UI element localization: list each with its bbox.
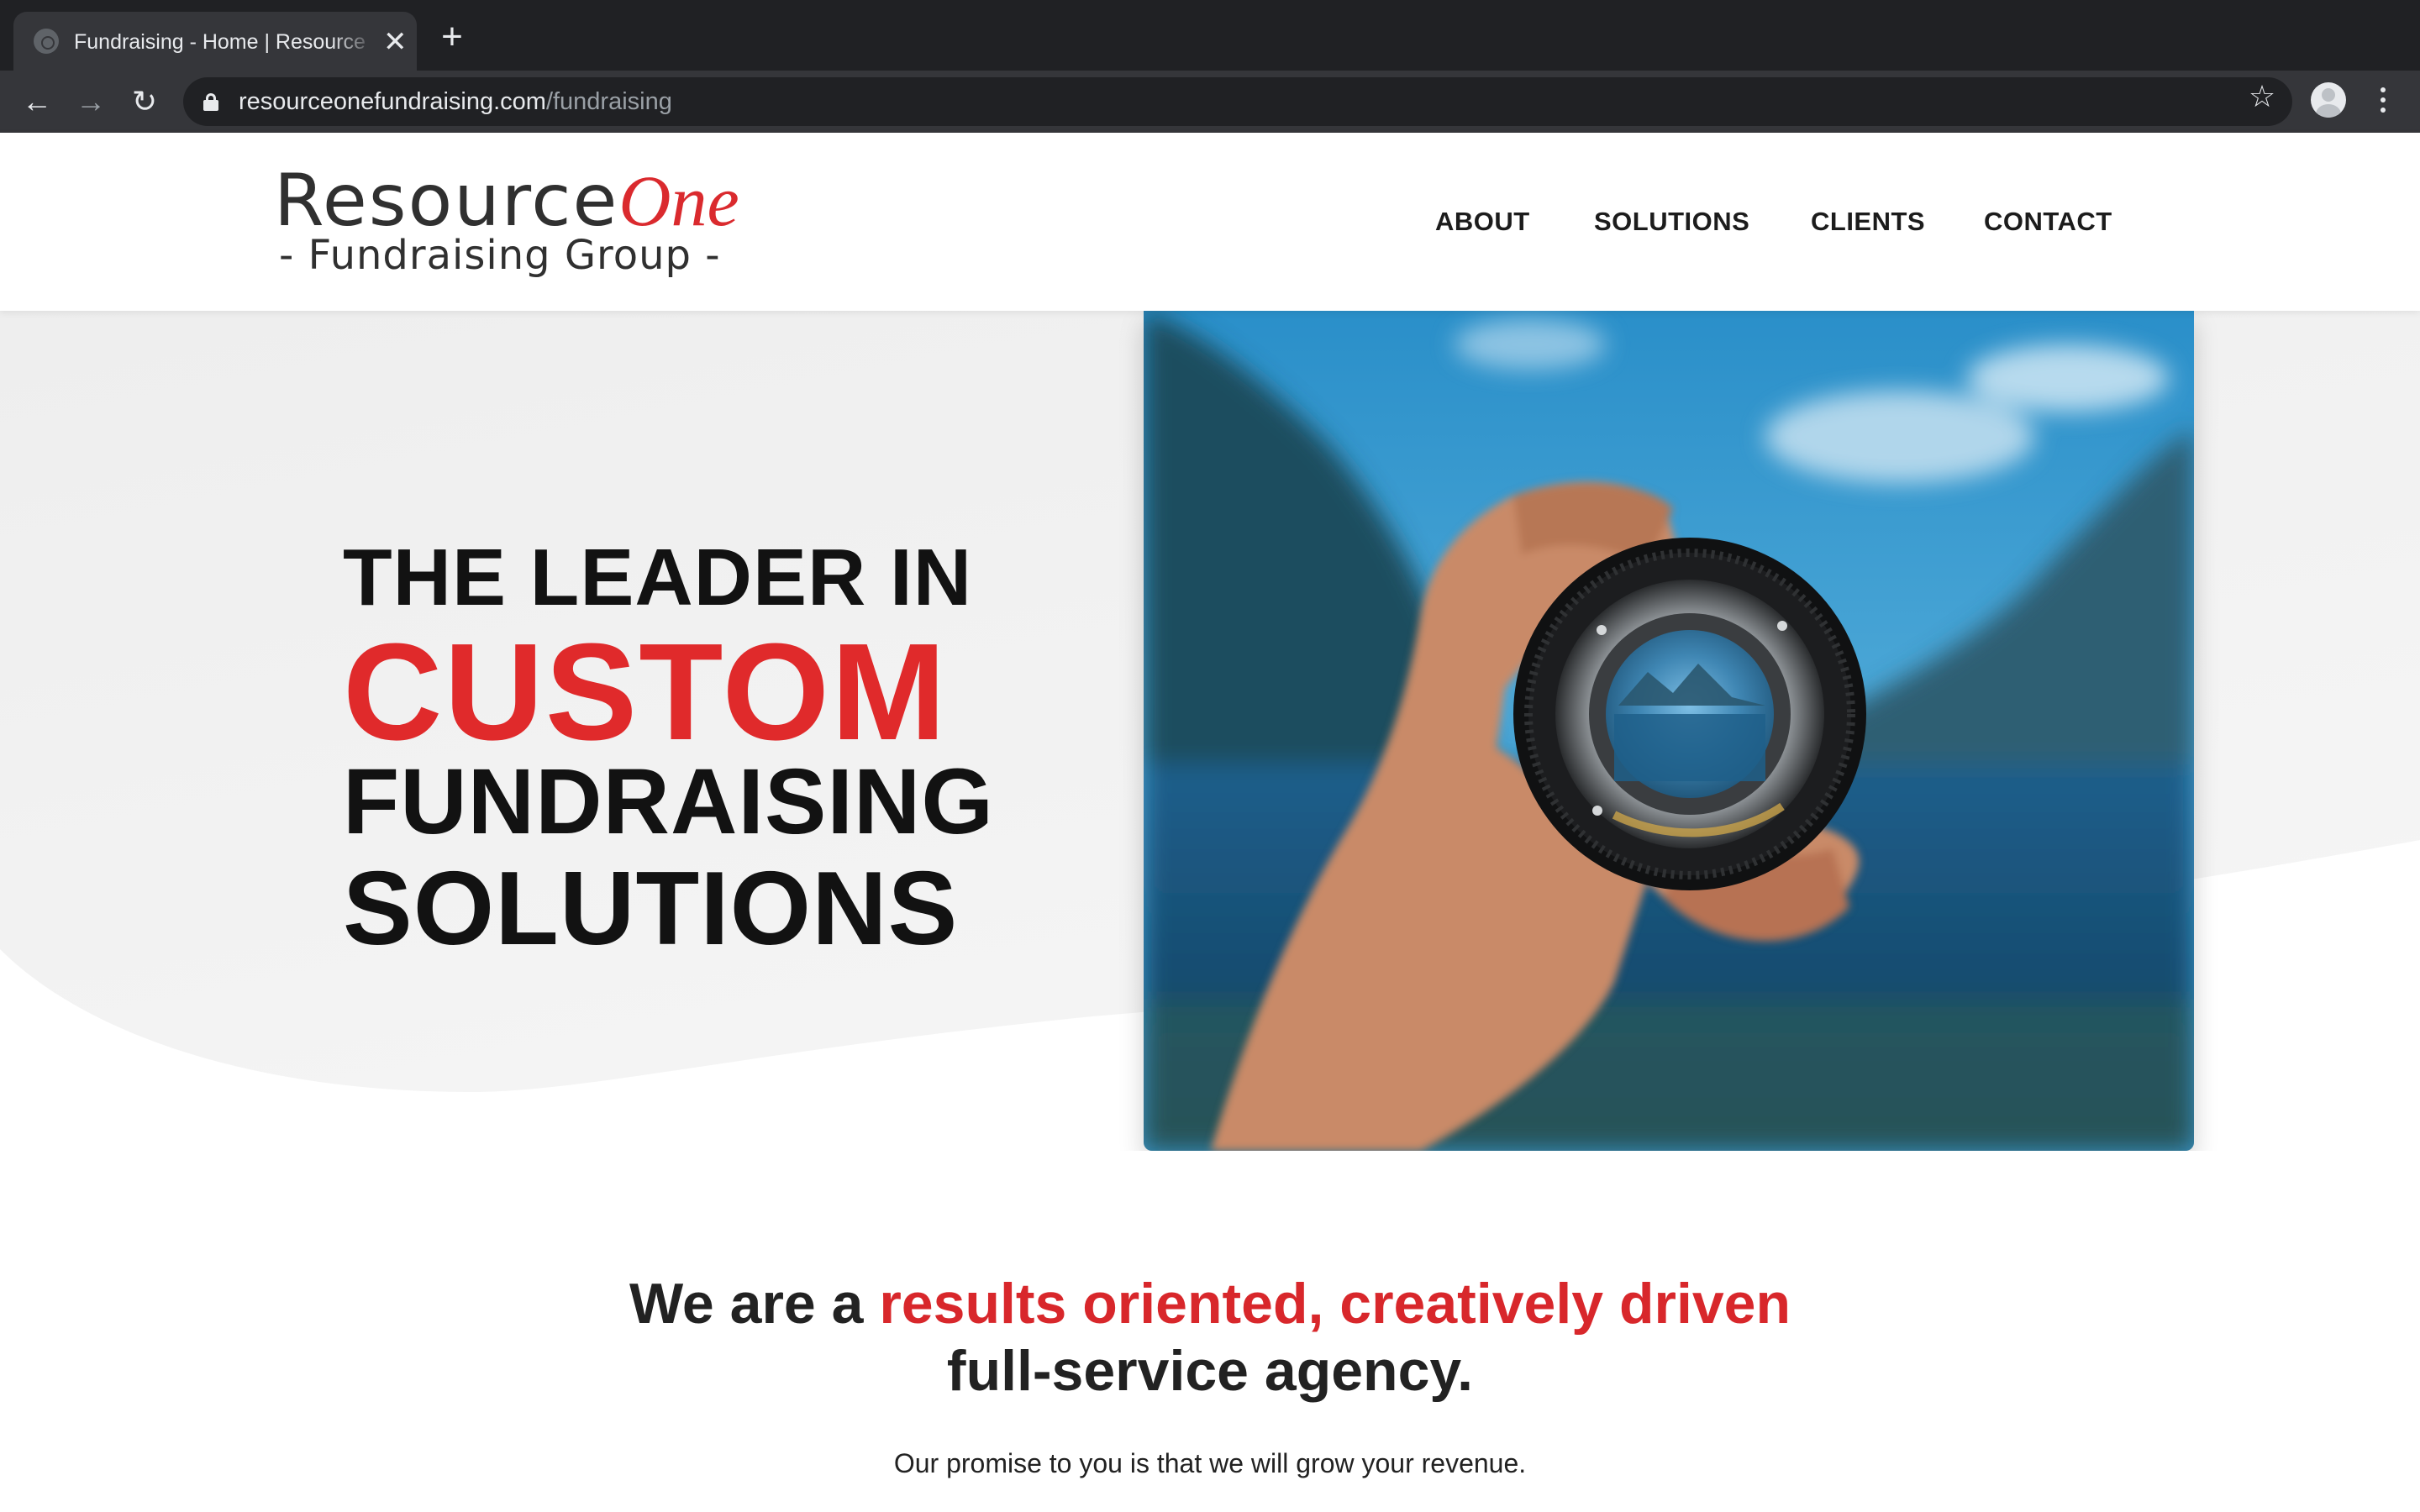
- close-tab-icon[interactable]: ✕: [383, 28, 408, 56]
- logo[interactable]: ResourceOne - Fundraising Group -: [274, 163, 739, 281]
- nav-about[interactable]: ABOUT: [1435, 205, 1530, 239]
- url-host: resourceonefundraising.com: [239, 88, 546, 115]
- hero-section: THE LEADER IN CUSTOM FUNDRAISING SOLUTIO…: [0, 311, 2420, 1151]
- nav-clients[interactable]: CLIENTS: [1811, 205, 1925, 239]
- url-path: /fundraising: [545, 88, 672, 115]
- bookmark-star-icon[interactable]: ☆: [2247, 81, 2277, 112]
- hero-photo-lens: [1144, 311, 2194, 1151]
- hero-headline-line-3: FUNDRAISING: [343, 750, 994, 853]
- lock-icon[interactable]: [203, 93, 218, 111]
- camera-lens-illustration: [1144, 311, 2194, 1151]
- browser-toolbar: ← → ↻ resourceonefundraising.com/fundrai…: [0, 71, 2420, 133]
- hero-headline-custom: CUSTOM: [343, 615, 948, 769]
- agency-tagline: We are a results oriented, creatively dr…: [0, 1270, 2420, 1404]
- reload-icon[interactable]: ↻: [128, 86, 161, 119]
- nav-contact[interactable]: CONTACT: [1984, 205, 2112, 239]
- logo-one: One: [618, 160, 739, 241]
- tagline-suffix: full-service agency.: [946, 1339, 1474, 1403]
- hero-headline-line-4: SOLUTIONS: [343, 851, 959, 967]
- logo-wordmark: ResourceOne: [274, 163, 739, 239]
- back-icon[interactable]: ←: [20, 86, 54, 119]
- logo-resource: Resource: [274, 159, 619, 243]
- browser-tab-strip: Fundraising - Home | Resource ✕ +: [0, 0, 2420, 71]
- promise-text: Our promise to you is that we will grow …: [893, 1448, 1527, 1478]
- address-bar[interactable]: resourceonefundraising.com/fundraising: [183, 77, 2292, 126]
- logo-subtitle: - Fundraising Group -: [279, 232, 721, 279]
- more-menu-icon[interactable]: [2373, 84, 2393, 116]
- nav-solutions[interactable]: SOLUTIONS: [1594, 205, 1749, 239]
- hero-headline-line-1: THE LEADER IN: [343, 533, 973, 622]
- profile-avatar[interactable]: [2311, 82, 2346, 118]
- tagline-prefix: We are a: [629, 1272, 880, 1336]
- browser-tab[interactable]: Fundraising - Home | Resource ✕: [13, 12, 417, 71]
- tagline-highlight: results oriented, creatively driven: [879, 1272, 1791, 1336]
- tab-title: Fundraising - Home | Resource: [74, 30, 366, 54]
- url-text[interactable]: resourceonefundraising.com/fundraising: [239, 87, 672, 116]
- site-header: ResourceOne - Fundraising Group - ABOUT …: [0, 133, 2420, 311]
- new-tab-button[interactable]: +: [435, 18, 469, 55]
- forward-icon[interactable]: →: [74, 86, 108, 119]
- globe-icon: [34, 29, 59, 54]
